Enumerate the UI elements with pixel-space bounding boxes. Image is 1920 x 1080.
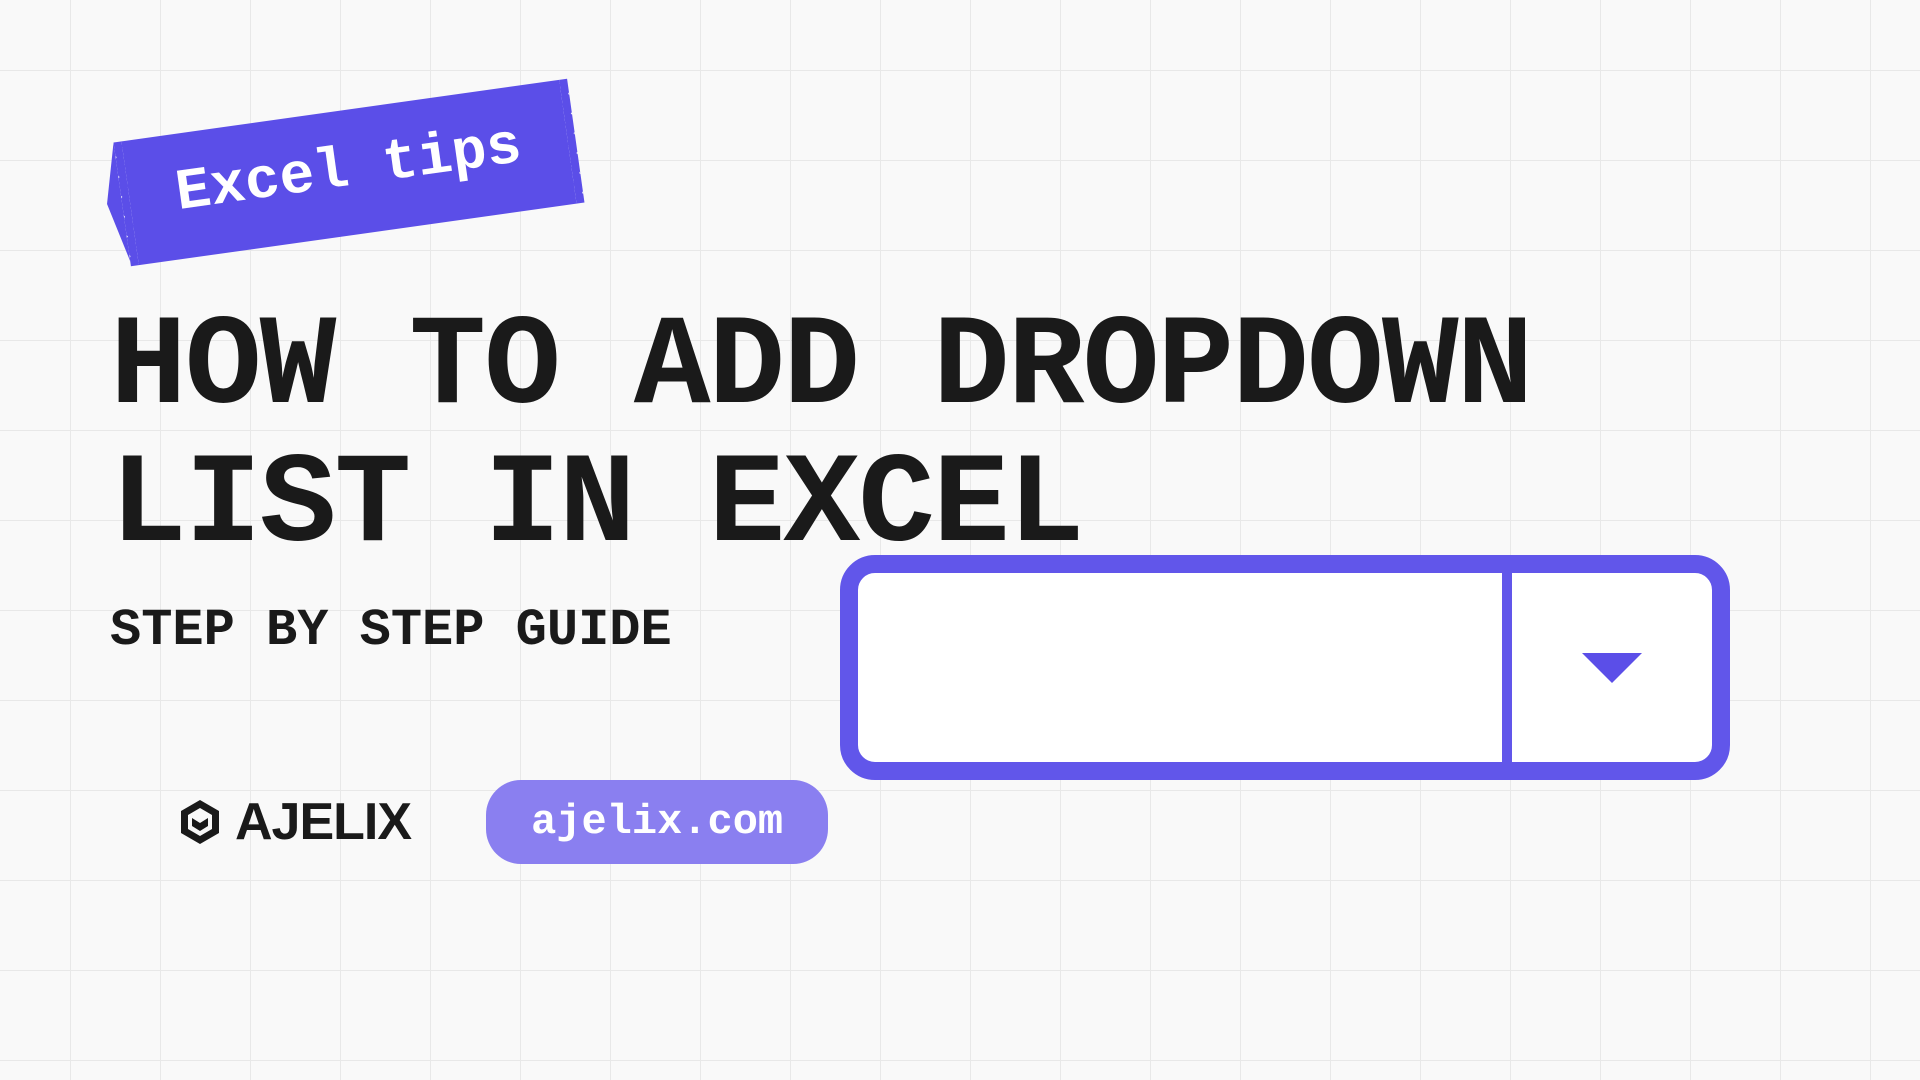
dropdown-illustration: [840, 555, 1730, 780]
dropdown-field: [858, 573, 1512, 762]
tape-torn-edge-right: [555, 79, 584, 204]
footer-row: AJELIX ajelix.com: [175, 780, 1820, 864]
logo-hexagon-icon: [175, 797, 225, 847]
main-title: HOW TO ADD DROPDOWN LIST IN EXCEL: [110, 300, 1820, 576]
url-text: ajelix.com: [531, 798, 783, 846]
caret-down-icon: [1582, 653, 1642, 683]
category-tape-label: Excel tips: [114, 79, 585, 267]
dropdown-toggle-button: [1512, 573, 1712, 762]
tape-torn-edge-left: [114, 141, 143, 266]
tape-text: Excel tips: [172, 114, 526, 227]
url-pill: ajelix.com: [486, 780, 828, 864]
logo-text: AJELIX: [235, 792, 411, 852]
brand-logo: AJELIX: [175, 792, 411, 852]
